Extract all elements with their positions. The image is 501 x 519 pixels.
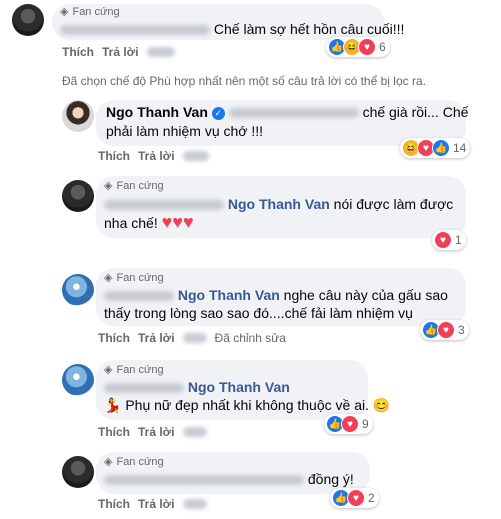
dancer-emoji: 💃: [104, 397, 122, 413]
reply-link[interactable]: Trả lời: [138, 149, 175, 163]
avatar[interactable]: [62, 456, 94, 488]
fan-badge: ◈ Fan cứng: [104, 363, 164, 377]
avatar[interactable]: [62, 274, 94, 306]
reply-actions: Thích Trả lời Đã chỉnh sửa: [98, 331, 286, 345]
like-link[interactable]: Thích: [98, 149, 130, 163]
reply-link[interactable]: Trả lời: [138, 331, 175, 345]
mention-link[interactable]: Ngo Thanh Van: [188, 379, 290, 395]
heart-emoji: ♥♥♥: [161, 212, 194, 232]
avatar[interactable]: [62, 100, 94, 132]
avatar[interactable]: [62, 364, 94, 396]
reactions[interactable]: 👍 ♥ 9: [324, 414, 373, 434]
diamond-icon: ◈: [104, 272, 113, 284]
reply-actions: Thích Trả lời: [98, 497, 207, 511]
fan-badge: ◈ Fan cứng: [104, 455, 164, 469]
filter-notice: Đã chọn chế độ Phù hợp nhất nên một số c…: [62, 74, 426, 88]
reply-text: 💃 Phụ nữ đẹp nhất khi không thuộc về ai.…: [104, 397, 391, 413]
reactions[interactable]: 👍 😆 ♥ 6: [326, 37, 390, 57]
edited-label: Đã chỉnh sửa: [214, 331, 286, 345]
reply-actions: Thích Trả lời: [98, 425, 207, 439]
reactions[interactable]: ♥ 1: [432, 230, 466, 250]
mention-link[interactable]: Ngo Thanh Van: [228, 196, 330, 212]
reply-link[interactable]: Trả lời: [138, 425, 175, 439]
diamond-icon: ◈: [104, 456, 113, 468]
reactions[interactable]: 😆 ♥ 👍 14: [400, 138, 471, 158]
blurred-mention: [228, 108, 359, 119]
love-reaction-icon: ♥: [358, 38, 376, 56]
reactions[interactable]: 👍 ♥ 3: [420, 320, 469, 340]
reply-text: Ngo Thanh Van nghe câu này của gấu sao: [104, 286, 448, 305]
fan-badge: ◈ Fan cứng: [60, 5, 120, 19]
reply-mention-line: Ngo Thanh Van: [104, 378, 290, 397]
love-reaction-icon: ♥: [434, 231, 452, 249]
smile-emoji: 😊: [372, 397, 391, 413]
blurred-timestamp: [182, 499, 207, 509]
verified-icon: ✓: [211, 106, 225, 120]
like-link[interactable]: Thích: [98, 497, 130, 511]
reply-text-line2: nha chế! ♥♥♥: [104, 212, 194, 232]
love-reaction-icon: ♥: [437, 321, 455, 339]
reactions[interactable]: 👍 ♥ 2: [330, 488, 379, 508]
author-name[interactable]: Ngo Thanh Van: [106, 104, 208, 120]
blurred-timestamp: [146, 47, 175, 57]
blurred-timestamp: [182, 333, 207, 343]
blurred-author: [104, 291, 174, 302]
mention-link[interactable]: Ngo Thanh Van: [178, 287, 280, 303]
like-reaction-icon: 👍: [432, 139, 450, 157]
like-link[interactable]: Thích: [98, 331, 130, 345]
blurred-author: [104, 475, 304, 486]
reply-link[interactable]: Trả lời: [138, 497, 175, 511]
blurred-author: [104, 200, 224, 211]
fan-badge: ◈ Fan cứng: [104, 271, 164, 285]
diamond-icon: ◈: [104, 180, 113, 192]
reply-actions: Thích Trả lời: [98, 149, 209, 163]
love-reaction-icon: ♥: [341, 415, 359, 433]
comment-actions: Thích Trả lời: [62, 45, 175, 59]
reply-text: phải làm nhiệm vụ chớ !!!: [106, 123, 264, 139]
reply-text: Ngo Thanh Van nói được làm được: [104, 195, 453, 214]
like-link[interactable]: Thích: [98, 425, 130, 439]
reply-text-line2: thấy trong lòng sao sao đó....chế fải là…: [104, 305, 413, 321]
fan-badge: ◈ Fan cứng: [104, 179, 164, 193]
blurred-timestamp: [182, 427, 207, 437]
blurred-author: [60, 25, 210, 36]
reply-text: đồng ý!: [104, 470, 354, 489]
like-link[interactable]: Thích: [62, 45, 94, 59]
love-reaction-icon: ♥: [347, 489, 365, 507]
diamond-icon: ◈: [60, 6, 69, 18]
blurred-timestamp: [182, 151, 209, 161]
avatar[interactable]: [12, 4, 44, 36]
reply-link[interactable]: Trả lời: [102, 45, 139, 59]
reply-author: Ngo Thanh Van ✓ chế già rồi... Chế: [106, 104, 469, 120]
avatar[interactable]: [62, 180, 94, 212]
blurred-author: [104, 383, 184, 394]
diamond-icon: ◈: [104, 364, 113, 376]
